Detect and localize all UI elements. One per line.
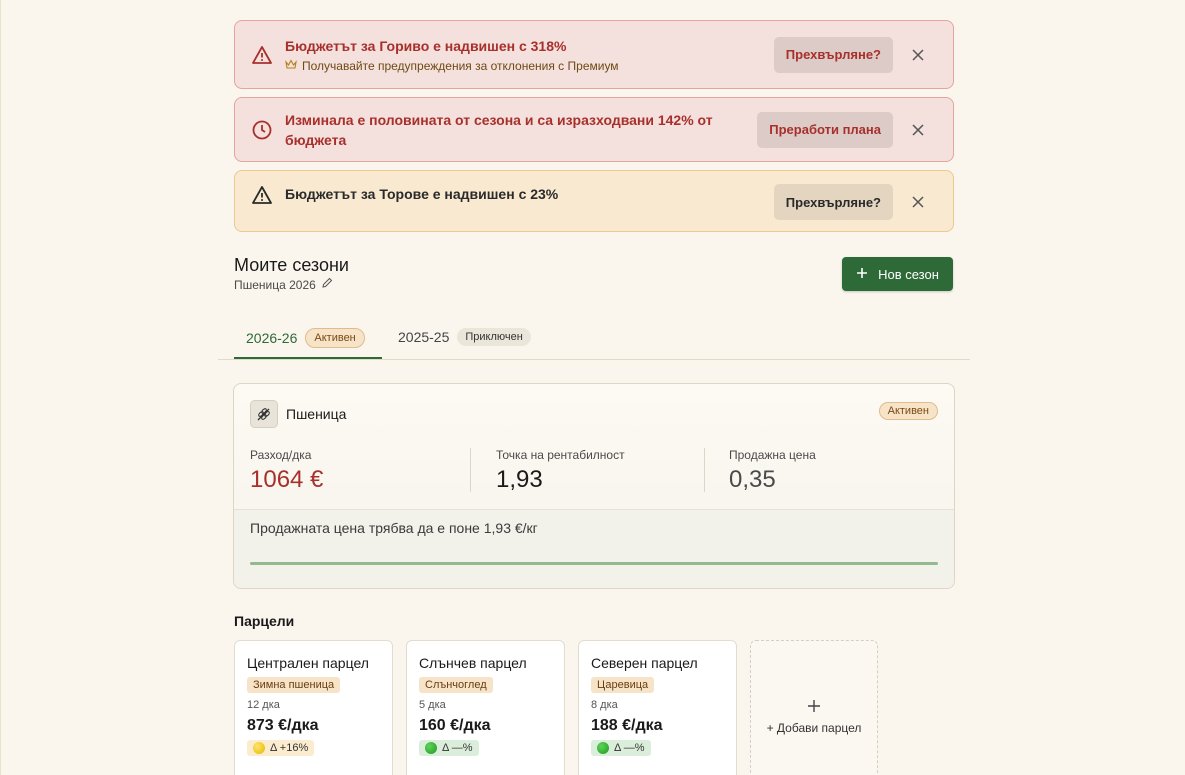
crop-footer: Продажната цена трябва да е поне 1,93 €/… (234, 509, 954, 588)
alert-title: Бюджетът за Торове е надвишен с 23% (285, 186, 559, 202)
parcel-cost: 188 €/дка (591, 717, 663, 734)
plus-icon (856, 267, 868, 282)
clock-icon (251, 119, 273, 141)
yellow-circle-icon (253, 742, 265, 754)
metric-label: Разход/дка (250, 448, 312, 462)
alert-fuel-budget: Бюджетът за Гориво е надвишен с 318% Пол… (234, 20, 954, 89)
tab-season-2026[interactable]: 2026-26 Активен (246, 328, 365, 348)
replan-button[interactable]: Преработи плана (757, 111, 893, 148)
parcel-name: Слънчев парцел (419, 655, 527, 671)
divider (704, 448, 705, 492)
crop-tag: Царевица (591, 677, 655, 693)
parcel-area: 8 дка (591, 699, 618, 711)
metric-break-even: Точка на рентабилност 1,93 (496, 448, 625, 494)
metric-value: 1064 € (250, 466, 324, 493)
status-badge: Приключен (457, 328, 531, 346)
crop-name: Пшеница (286, 406, 347, 422)
add-parcel-button[interactable]: + Добави парцел (750, 640, 878, 775)
crown-icon (285, 59, 297, 73)
new-season-button[interactable]: Нов сезон (842, 257, 953, 291)
status-badge: Активен (878, 402, 938, 420)
parcel-card[interactable]: Северен парцел Царевица 8 дка 188 €/дка … (578, 640, 737, 775)
close-icon[interactable] (909, 46, 927, 64)
pencil-icon[interactable] (321, 277, 333, 292)
warning-icon (251, 44, 273, 66)
tab-season-2025[interactable]: 2025-25 Приключен (398, 328, 531, 346)
tab-label: 2026-26 (246, 330, 298, 346)
delta-badge: Δ —% (591, 740, 651, 756)
tabs-divider (218, 359, 970, 360)
warning-icon (251, 184, 273, 206)
parcel-card[interactable]: Централен парцел Зимна пшеница 12 дка 87… (234, 640, 393, 775)
alert-fertilizer-budget: Бюджетът за Торове е надвишен с 23% Прех… (234, 170, 954, 232)
close-icon[interactable] (909, 121, 927, 139)
metric-label: Продажна цена (729, 448, 816, 462)
premium-hint[interactable]: Получавайте предупреждения за отклонения… (285, 59, 774, 73)
plus-icon (807, 695, 821, 717)
parcel-area: 5 дка (419, 699, 446, 711)
tab-label: 2025-25 (398, 329, 450, 345)
add-parcel-label: + Добави парцел (766, 721, 862, 735)
green-circle-icon (425, 742, 437, 754)
green-circle-icon (597, 742, 609, 754)
divider (470, 448, 471, 492)
parcel-area: 12 дка (247, 699, 280, 711)
new-season-label: Нов сезон (878, 266, 939, 282)
metric-value: 1,93 (496, 466, 543, 493)
active-tab-indicator (234, 357, 382, 359)
metric-label: Точка на рентабилност (496, 448, 625, 462)
progress-bar (250, 562, 938, 565)
crop-tag: Слънчоглед (419, 677, 493, 693)
crop-summary-card: Пшеница Активен Разход/дка 1064 € Точка … (233, 383, 955, 589)
close-icon[interactable] (909, 193, 927, 211)
crop-tag: Зимна пшеница (247, 677, 341, 693)
transfer-button[interactable]: Прехвърляне? (773, 184, 893, 220)
parcel-name: Централен парцел (247, 655, 369, 671)
delta-badge: Δ —% (419, 740, 479, 756)
alert-season-budget: Изминала е половината от сезона и са изр… (234, 97, 954, 162)
delta-text: Δ +16% (270, 742, 309, 754)
alert-title: Изминала е половината от сезона и са изр… (285, 111, 713, 148)
metric-value: 0,35 (729, 466, 776, 493)
metric-cost-per-decare: Разход/дка 1064 € (250, 448, 323, 494)
delta-badge: Δ +16% (247, 740, 315, 756)
delta-text: Δ —% (614, 742, 645, 754)
premium-hint-text: Получавайте предупреждения за отклонения… (302, 59, 619, 73)
wheat-icon (250, 400, 278, 428)
parcel-cost: 160 €/дка (419, 717, 491, 734)
parcel-name: Северен парцел (591, 655, 698, 671)
parcel-cost: 873 €/дка (247, 717, 319, 734)
section-title: Парцели (234, 613, 295, 629)
parcel-card[interactable]: Слънчев парцел Слънчоглед 5 дка 160 €/дк… (406, 640, 565, 775)
status-badge: Активен (305, 328, 365, 348)
metric-sale-price: Продажна цена 0,35 (729, 448, 816, 494)
page-title: Моите сезони (234, 255, 349, 275)
transfer-button[interactable]: Прехвърляне? (773, 36, 893, 73)
delta-text: Δ —% (442, 742, 473, 754)
price-note: Продажната цена трябва да е поне 1,93 €/… (250, 520, 538, 536)
season-name: Пшеница 2026 (234, 277, 316, 292)
alert-title: Бюджетът за Гориво е надвишен с 318% (285, 38, 567, 54)
season-subtitle[interactable]: Пшеница 2026 (234, 277, 333, 292)
